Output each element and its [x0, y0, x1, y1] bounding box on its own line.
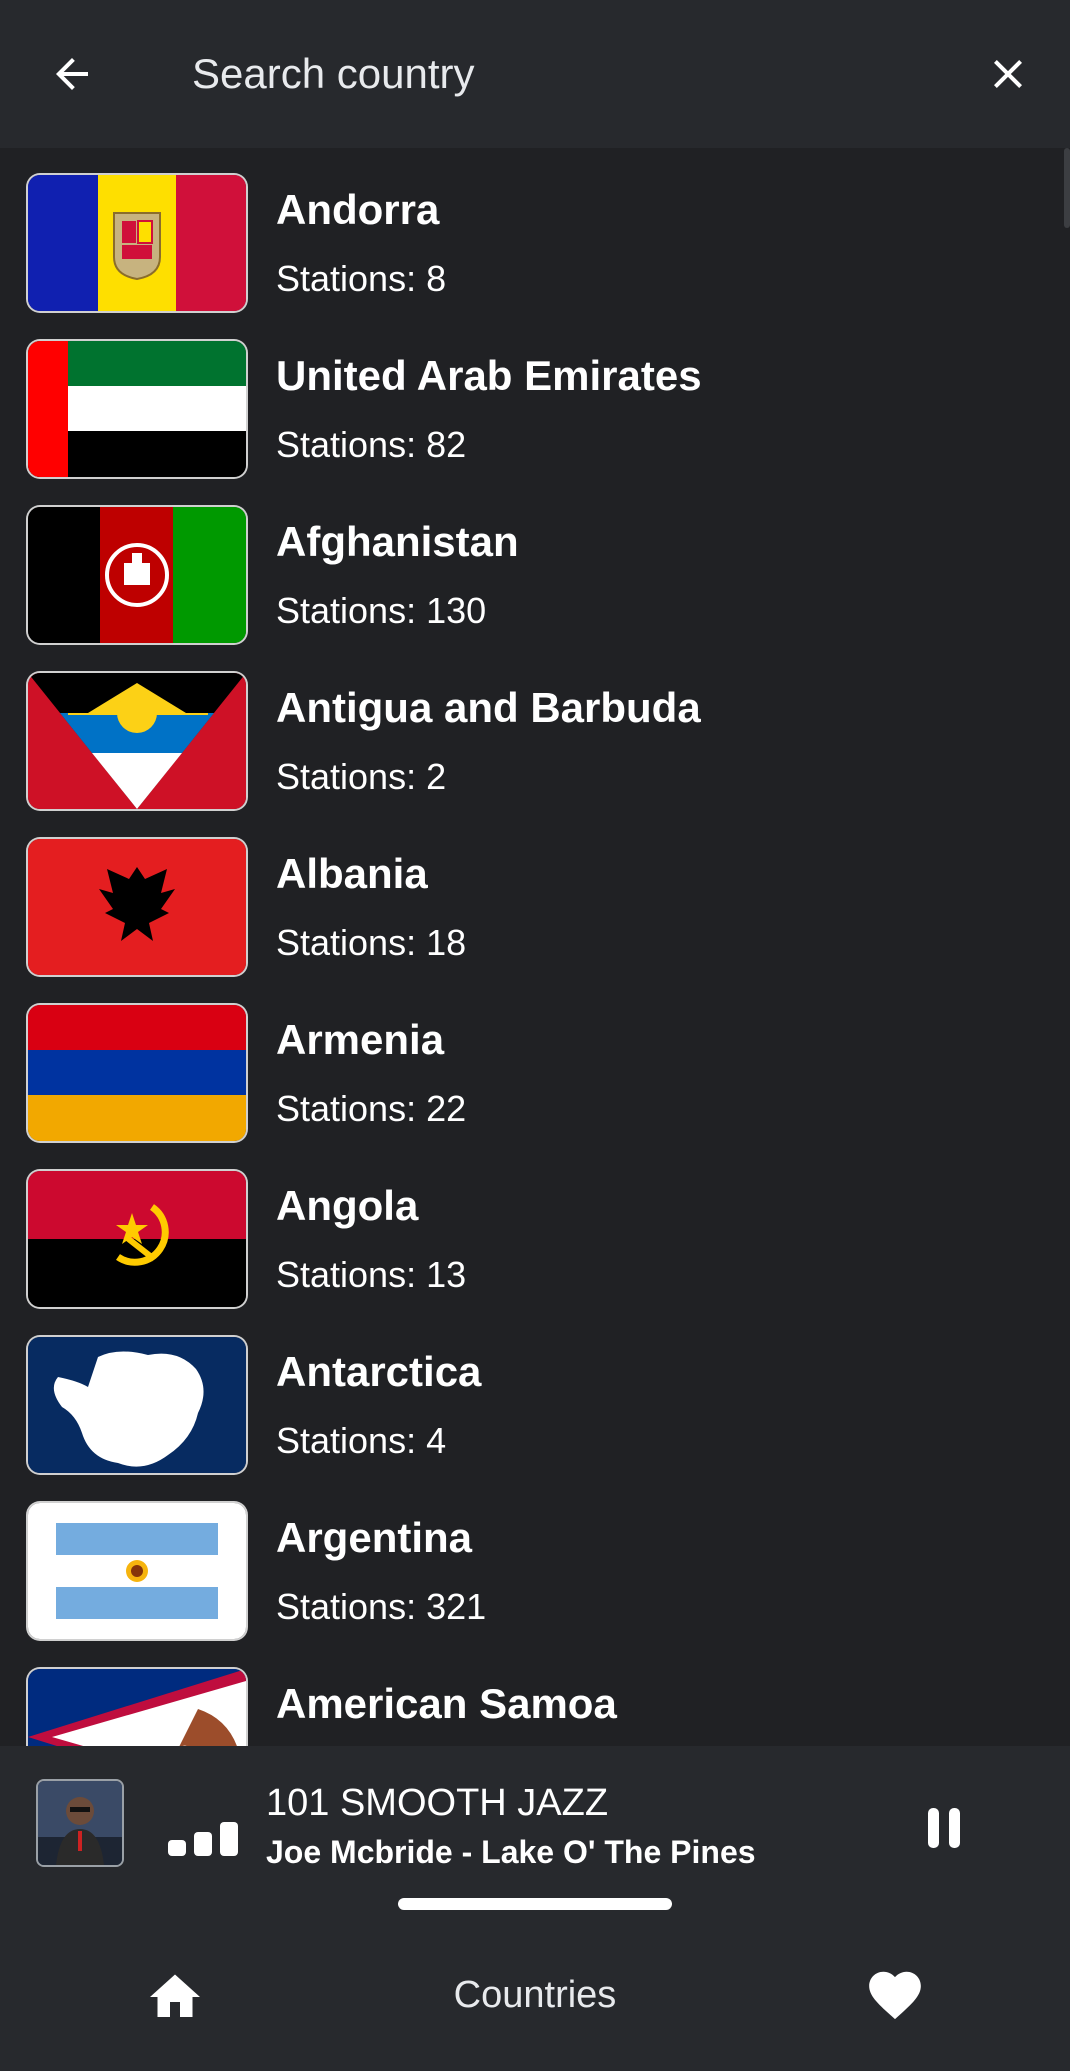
drag-handle[interactable] [398, 1898, 672, 1910]
antarctica-flag [28, 1337, 246, 1473]
country-name: Antarctica [276, 1348, 482, 1395]
country-row-albania[interactable]: Albania Stations: 18 [0, 812, 1070, 978]
country-name: Argentina [276, 1514, 473, 1561]
heart-icon [869, 1971, 921, 2020]
signal-bars-icon [168, 1822, 238, 1856]
country-row-argentina[interactable]: Argentina Stations: 321 [0, 1476, 1070, 1642]
albania-flag [28, 839, 246, 975]
american-samoa-flag [28, 1669, 246, 1746]
country-row-united-arab-emirates[interactable]: United Arab Emirates Stations: 82 [0, 314, 1070, 480]
armenia-flag [28, 1005, 246, 1141]
track-title: Joe Mcbride - Lake O' The Pines [266, 1834, 756, 1870]
country-list[interactable]: Andorra Stations: 8 United Arab Emirates… [0, 148, 1070, 1746]
country-name: United Arab Emirates [276, 352, 702, 399]
clear-search-button[interactable] [980, 46, 1036, 102]
country-name: Armenia [276, 1016, 445, 1063]
country-row-armenia[interactable]: Armenia Stations: 22 [0, 978, 1070, 1144]
country-row-antarctica[interactable]: Antarctica Stations: 4 [0, 1310, 1070, 1476]
afghanistan-flag [28, 507, 246, 643]
search-input[interactable] [192, 40, 952, 108]
close-icon [994, 60, 1022, 88]
bottom-navigation: Countries [0, 1926, 1070, 2071]
andorra-flag [28, 175, 246, 311]
station-count: Stations: 18 [276, 922, 467, 963]
arrow-back-icon [56, 58, 88, 90]
list-scrollbar[interactable] [1064, 148, 1070, 228]
station-count: Stations: 130 [276, 590, 487, 631]
country-name: Afghanistan [276, 518, 519, 565]
country-name: American Samoa [276, 1680, 617, 1727]
country-row-afghanistan[interactable]: Afghanistan Stations: 130 [0, 480, 1070, 646]
angola-flag [28, 1171, 246, 1307]
argentina-flag [28, 1503, 246, 1639]
antigua-and-barbuda-flag [28, 673, 246, 809]
back-button[interactable] [44, 46, 100, 102]
uae-flag [28, 341, 246, 477]
country-row-american-samoa[interactable]: American Samoa [0, 1642, 1070, 1746]
country-name: Andorra [276, 186, 440, 233]
now-playing-bar[interactable]: 101 SMOOTH JAZZ Joe Mcbride - Lake O' Th… [0, 1746, 1070, 1926]
station-count: Stations: 22 [276, 1088, 467, 1129]
station-count: Stations: 2 [276, 756, 447, 797]
favorites-nav-button[interactable] [860, 1960, 930, 2030]
country-row-angola[interactable]: Angola Stations: 13 [0, 1144, 1070, 1310]
station-count: Stations: 4 [276, 1420, 447, 1461]
country-name: Angola [276, 1182, 419, 1229]
album-art [38, 1781, 122, 1865]
country-name: Antigua and Barbuda [276, 684, 701, 731]
pause-button[interactable] [912, 1796, 976, 1860]
station-count: Stations: 82 [276, 424, 467, 465]
station-count: Stations: 8 [276, 258, 447, 299]
station-count: Stations: 13 [276, 1254, 467, 1295]
country-row-andorra[interactable]: Andorra Stations: 8 [0, 148, 1070, 314]
station-count: Stations: 321 [276, 1586, 487, 1627]
pause-icon [928, 1808, 960, 1848]
search-bar [0, 0, 1070, 148]
station-title: 101 SMOOTH JAZZ [266, 1782, 609, 1824]
country-name: Albania [276, 850, 428, 897]
country-row-antigua-and-barbuda[interactable]: Antigua and Barbuda Stations: 2 [0, 646, 1070, 812]
